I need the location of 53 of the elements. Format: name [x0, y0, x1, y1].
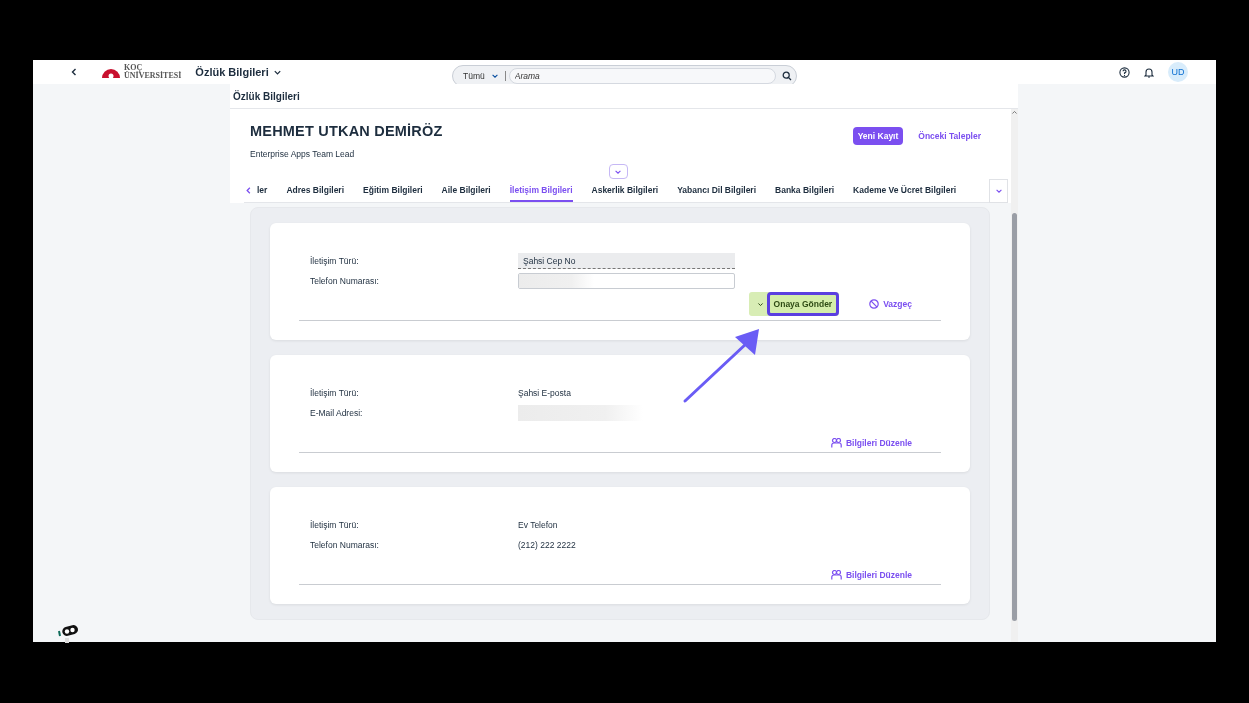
scroll-up-icon: [1011, 109, 1018, 116]
edit-button[interactable]: Bilgileri Düzenle: [830, 570, 912, 580]
people-icon: [830, 438, 842, 448]
help-icon: [1119, 66, 1130, 78]
search-icon: [782, 71, 792, 81]
user-avatar[interactable]: UD: [1168, 62, 1188, 82]
chevron-icon: [244, 186, 253, 195]
app-title-menu[interactable]: Özlük Bilgileri: [195, 66, 282, 78]
field-value: Ev Telefon: [518, 520, 558, 530]
chevron-icon: [490, 72, 499, 80]
help-button[interactable]: [1119, 66, 1130, 78]
tab[interactable]: Askerlik Bilgileri: [591, 179, 659, 202]
tab[interactable]: Banka Bilgileri: [775, 179, 835, 202]
bell-icon: [1144, 66, 1154, 78]
field-value: Şahsi E-posta: [518, 388, 571, 398]
field-label: E-Mail Adresi:: [310, 408, 364, 418]
field-label: İletişim Türü:: [310, 256, 360, 266]
field-value: (212) 222 2222: [518, 540, 576, 550]
new-record-button[interactable]: Yeni Kayıt: [852, 127, 904, 145]
submit-button[interactable]: Onaya Gönder: [766, 292, 840, 316]
cancel-button[interactable]: Vazgeç: [869, 299, 912, 309]
edit-button[interactable]: Bilgileri Düzenle: [830, 438, 912, 448]
scope-dropdown[interactable]: Tümü: [463, 71, 506, 81]
tab[interactable]: Yabancı Dil Bilgileri: [677, 179, 757, 202]
field-label: İletişim Türü:: [310, 520, 360, 530]
back-button[interactable]: [69, 67, 79, 77]
tab[interactable]: ler: [257, 179, 268, 202]
select-field[interactable]: Şahsi Cep No: [518, 253, 735, 269]
chevron-icon: [69, 67, 79, 77]
page-title: Özlük Bilgileri: [230, 84, 1018, 109]
tab[interactable]: Aile Bilgileri: [441, 179, 491, 202]
employee-name: MEHMET UTKAN DEMİRÖZ: [250, 123, 443, 139]
brand-name: KOÇ ÜNİVERSİTESİ: [124, 64, 182, 80]
collapse-button[interactable]: [608, 164, 628, 179]
field-label: Telefon Numarası:: [310, 276, 380, 286]
search-field[interactable]: Arama: [508, 68, 776, 84]
previous-requests-link[interactable]: Önceki Talepler: [913, 127, 986, 145]
tab[interactable]: Eğitim Bilgileri: [363, 179, 423, 202]
tab[interactable]: Kademe Ve Ücret Bilgileri: [853, 179, 957, 202]
cancel-icon: [869, 299, 880, 309]
input-field[interactable]: [518, 273, 735, 289]
camera-icon[interactable]: [56, 623, 80, 643]
employee-role: Enterprise Apps Team Lead: [250, 149, 356, 159]
notifications-button[interactable]: [1144, 66, 1154, 78]
field-label: İletişim Türü:: [310, 388, 360, 398]
people-icon: [830, 570, 842, 580]
chevron-icon: [994, 187, 1003, 195]
chevron-icon: [756, 300, 764, 308]
field-label: Telefon Numarası:: [310, 540, 380, 550]
split-button[interactable]: Onaya Gönder: [748, 292, 840, 316]
scrollbar[interactable]: [1011, 109, 1018, 642]
search-button[interactable]: [782, 71, 792, 81]
tab[interactable]: Adres Bilgileri: [286, 179, 345, 202]
